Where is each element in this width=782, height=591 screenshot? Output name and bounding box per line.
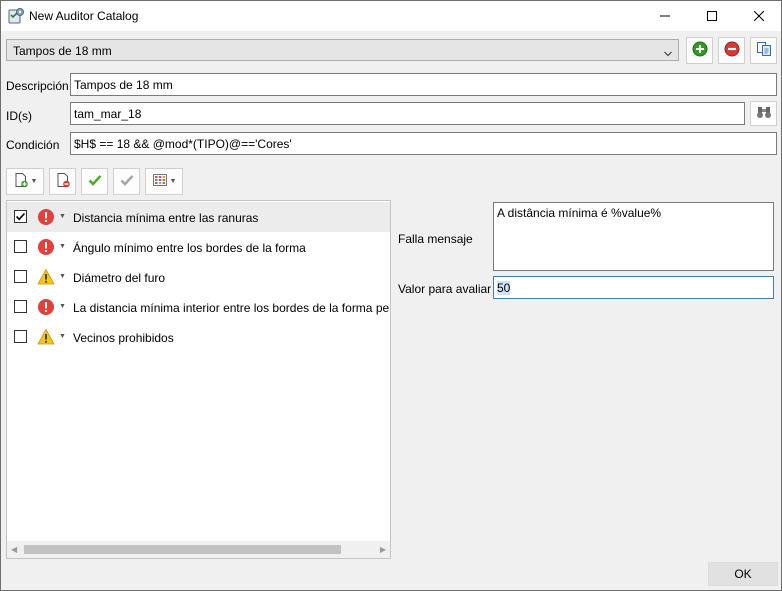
rule-checkbox[interactable] [14, 270, 27, 283]
minimize-button[interactable] [642, 1, 688, 31]
rule-label: Distancia mínima entre las ranuras [73, 211, 259, 225]
rules-list[interactable]: ▼ Distancia mínima entre las ranuras ▼ Á… [6, 200, 391, 559]
scroll-thumb[interactable] [24, 545, 341, 554]
catalog-select[interactable]: Tampos de 18 mm [6, 39, 679, 61]
scroll-left-icon[interactable]: ◀ [11, 545, 17, 554]
title-bar: New Auditor Catalog [1, 1, 781, 31]
valor-value: 50 [497, 281, 511, 295]
add-catalog-button[interactable] [686, 37, 713, 64]
error-icon [37, 208, 55, 226]
rule-row[interactable]: ▼ Vecinos prohibidos [7, 322, 390, 352]
dropdown-arrow-icon: ▼ [30, 178, 38, 185]
condicion-value: $H$ == 18 && @mod*(TIPO)@=='Cores' [74, 137, 292, 151]
descripcion-value: Tampos de 18 mm [74, 78, 173, 92]
auditor-catalog-window: New Auditor Catalog Tampos de 18 mm Desc… [0, 0, 782, 591]
copy-catalog-button[interactable] [750, 37, 777, 64]
condicion-label: Condición [6, 138, 60, 152]
minus-circle-icon [724, 41, 740, 60]
valor-input[interactable]: 50 [493, 276, 774, 299]
copy-icon [756, 41, 772, 60]
new-rule-button[interactable]: ▼ [6, 168, 44, 195]
falla-message-input[interactable]: A distância mínima é %value% [493, 202, 774, 271]
gray-check-icon [119, 172, 135, 191]
rule-checkbox[interactable] [14, 330, 27, 343]
ok-button[interactable]: OK [708, 562, 778, 586]
binoculars-icon [756, 104, 772, 123]
error-icon [37, 298, 55, 316]
rule-label: Vecinos prohibidos [73, 331, 174, 345]
valor-label: Valor para avaliar [398, 282, 492, 296]
dropdown-arrow-icon[interactable]: ▼ [59, 273, 66, 280]
warning-icon [37, 268, 55, 286]
plus-circle-icon [692, 41, 708, 60]
remove-catalog-button[interactable] [718, 37, 745, 64]
delete-document-icon [55, 172, 71, 191]
dropdown-arrow-icon: ▼ [169, 178, 177, 185]
close-button[interactable] [736, 1, 781, 31]
rule-row[interactable]: ▼ La distancia mínima interior entre los… [7, 292, 390, 322]
delete-rule-button[interactable] [49, 168, 76, 195]
rule-row[interactable]: ▼ Diámetro del furo [7, 262, 390, 292]
rule-row[interactable]: ▼ Ángulo mínimo entre los bordes de la f… [7, 232, 390, 262]
uncheck-all-button[interactable] [113, 168, 140, 195]
horizontal-scrollbar[interactable]: ◀ ▶ [7, 541, 390, 558]
scroll-right-icon[interactable]: ▶ [380, 545, 386, 554]
app-icon [7, 7, 25, 25]
rule-label: Ángulo mínimo entre los bordes de la for… [73, 241, 306, 255]
warning-icon [37, 328, 55, 346]
grid-icon [152, 172, 168, 191]
check-all-button[interactable] [81, 168, 108, 195]
descripcion-label: Descripción [6, 79, 69, 93]
rule-checkbox[interactable] [14, 300, 27, 313]
descripcion-input[interactable]: Tampos de 18 mm [70, 73, 777, 96]
chevron-down-icon [664, 46, 672, 60]
dropdown-arrow-icon[interactable]: ▼ [59, 333, 66, 340]
rule-checkbox[interactable] [14, 210, 27, 223]
rule-label: Diámetro del furo [73, 271, 166, 285]
falla-message-value: A distância mínima é %value% [497, 206, 662, 220]
window-title: New Auditor Catalog [29, 9, 139, 23]
green-check-icon [87, 172, 103, 191]
grid-options-button[interactable]: ▼ [145, 168, 183, 195]
catalog-select-value: Tampos de 18 mm [13, 44, 112, 58]
search-ids-button[interactable] [750, 101, 777, 126]
ids-input[interactable]: tam_mar_18 [70, 102, 745, 125]
falla-label: Falla mensaje [398, 232, 473, 246]
dropdown-arrow-icon[interactable]: ▼ [59, 213, 66, 220]
rule-label: La distancia mínima interior entre los b… [73, 301, 391, 315]
dropdown-arrow-icon[interactable]: ▼ [59, 303, 66, 310]
maximize-button[interactable] [689, 1, 735, 31]
ids-label: ID(s) [6, 109, 32, 123]
ids-value: tam_mar_18 [74, 107, 142, 121]
rule-row[interactable]: ▼ Distancia mínima entre las ranuras [7, 202, 390, 232]
dropdown-arrow-icon[interactable]: ▼ [59, 243, 66, 250]
error-icon [37, 238, 55, 256]
new-document-icon [13, 172, 29, 191]
condicion-input[interactable]: $H$ == 18 && @mod*(TIPO)@=='Cores' [70, 132, 777, 155]
rule-checkbox[interactable] [14, 240, 27, 253]
